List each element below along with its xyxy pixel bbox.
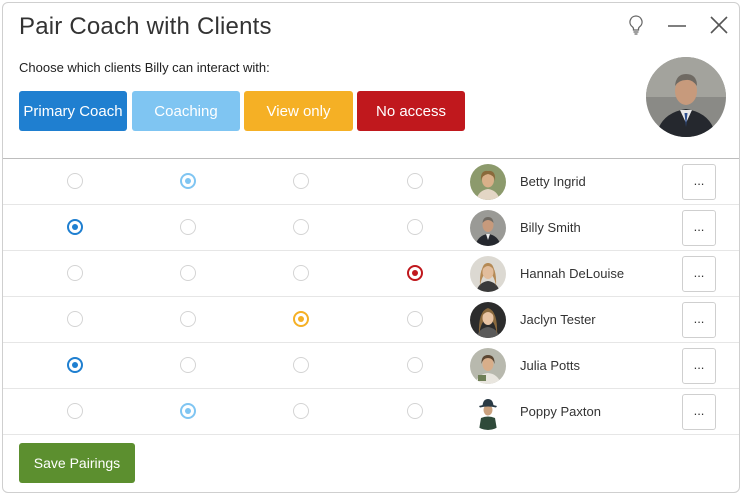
client-avatar (470, 348, 506, 384)
client-row: Jaclyn Tester ... (3, 297, 739, 343)
primary-coach-radio[interactable] (67, 403, 83, 419)
view-only-radio[interactable] (293, 357, 309, 373)
client-name: Julia Potts (520, 358, 580, 373)
no-access-radio[interactable] (407, 357, 423, 373)
more-options-button[interactable]: ... (682, 256, 716, 292)
client-row: Billy Smith ... (3, 205, 739, 251)
primary-coach-radio[interactable] (67, 173, 83, 189)
no-access-radio[interactable] (407, 311, 423, 327)
client-row: Julia Potts ... (3, 343, 739, 389)
more-options-button[interactable]: ... (682, 348, 716, 384)
coaching-radio[interactable] (180, 219, 196, 235)
dialog-instructions: Choose which clients Billy can interact … (19, 60, 270, 75)
lightbulb-icon[interactable] (624, 13, 648, 37)
view-only-radio[interactable] (293, 403, 309, 419)
view-only-radio[interactable] (293, 265, 309, 281)
client-row: Hannah DeLouise ... (3, 251, 739, 297)
close-icon[interactable] (707, 13, 731, 37)
no-access-radio[interactable] (407, 219, 423, 235)
client-avatar (470, 256, 506, 292)
coaching-radio[interactable] (180, 311, 196, 327)
primary-coach-radio[interactable] (67, 265, 83, 281)
primary-coach-radio[interactable] (67, 219, 83, 235)
view-only-radio[interactable] (293, 173, 309, 189)
coaching-radio[interactable] (180, 265, 196, 281)
client-row: Betty Ingrid ... (3, 159, 739, 205)
client-avatar (470, 394, 506, 430)
coaching-radio[interactable] (180, 173, 196, 189)
more-options-button[interactable]: ... (682, 394, 716, 430)
more-options-button[interactable]: ... (682, 302, 716, 338)
coaching-button[interactable]: Coaching (132, 91, 240, 131)
no-access-radio[interactable] (407, 265, 423, 281)
coaching-radio[interactable] (180, 357, 196, 373)
client-row: Poppy Paxton ... (3, 389, 739, 435)
client-name: Hannah DeLouise (520, 266, 625, 281)
client-name: Jaclyn Tester (520, 312, 596, 327)
coach-avatar (646, 57, 726, 137)
more-options-button[interactable]: ... (682, 164, 716, 200)
primary-coach-radio[interactable] (67, 311, 83, 327)
client-name: Poppy Paxton (520, 404, 601, 419)
primary-coach-radio[interactable] (67, 357, 83, 373)
view-only-button[interactable]: View only (244, 91, 353, 131)
view-only-radio[interactable] (293, 311, 309, 327)
client-name: Billy Smith (520, 220, 581, 235)
dialog-title: Pair Coach with Clients (19, 13, 272, 40)
client-avatar (470, 210, 506, 246)
client-avatar (470, 302, 506, 338)
pair-coach-dialog: Pair Coach with Clients Choose which cli… (2, 2, 740, 493)
coaching-radio[interactable] (180, 403, 196, 419)
more-options-button[interactable]: ... (682, 210, 716, 246)
no-access-radio[interactable] (407, 173, 423, 189)
save-pairings-button[interactable]: Save Pairings (19, 443, 135, 483)
no-access-button[interactable]: No access (357, 91, 465, 131)
client-name: Betty Ingrid (520, 174, 586, 189)
client-avatar (470, 164, 506, 200)
view-only-radio[interactable] (293, 219, 309, 235)
minimize-icon[interactable] (665, 13, 689, 37)
client-list: Betty Ingrid ... Billy Smith ... Hannah … (3, 159, 739, 435)
primary-coach-button[interactable]: Primary Coach (19, 91, 127, 131)
no-access-radio[interactable] (407, 403, 423, 419)
